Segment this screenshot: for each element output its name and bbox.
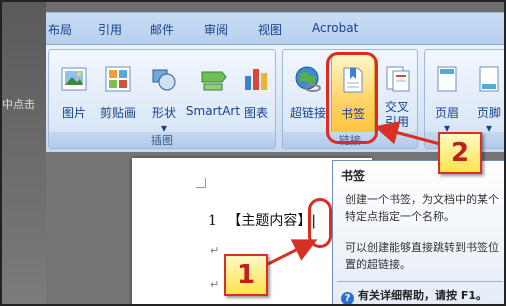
clipart-icon — [105, 66, 131, 92]
tab-layout[interactable]: 布局 — [48, 21, 72, 38]
ribbon: 布局 引用 邮件 审阅 视图 Acrobat 图片 剪贴画 形状 ▾ Smart… — [46, 12, 504, 153]
shapes-button-label: 形状 — [151, 106, 176, 120]
header-button-label: 页眉 — [434, 106, 459, 120]
tooltip-title: 书签 — [341, 169, 366, 183]
bookmark-tooltip: 书签 创建一个书签，为文档中的某个特定点指定一个名称。 可以创建能够直接跳转到书… — [332, 160, 504, 304]
header-icon — [437, 66, 457, 92]
tab-references[interactable]: 引用 — [98, 21, 122, 38]
group-illustrations-caption: 插图 — [49, 132, 275, 148]
smartart-button-label: SmartArt — [185, 104, 241, 118]
background-window: 中点击 — [2, 2, 46, 304]
tooltip-hint: 可以创建能够直接跳转到书签位置的超链接。 — [345, 241, 499, 271]
ribbon-tab-bar: 布局 引用 邮件 审阅 视图 Acrobat — [46, 13, 504, 45]
cross-reference-button-label: 交叉 — [384, 100, 409, 114]
document-line-text: 【主题内容】 — [227, 213, 312, 229]
tab-mailings[interactable]: 邮件 — [150, 21, 174, 38]
footer-icon — [479, 66, 499, 92]
document-line[interactable]: 1 【主题内容】| — [208, 210, 316, 230]
background-window-text: 中点击 — [2, 98, 35, 111]
line-number: 1 — [208, 213, 217, 229]
chart-icon — [245, 69, 267, 90]
header-button[interactable]: 页眉 ▾ — [427, 56, 467, 135]
cross-reference-button[interactable]: 交叉 引用 — [377, 56, 417, 132]
hyperlink-icon — [295, 66, 321, 92]
chart-button[interactable]: 图表 — [237, 56, 275, 132]
tab-review[interactable]: 审阅 — [204, 21, 228, 38]
shapes-icon — [152, 69, 176, 91]
tooltip-help-text: 有关详细帮助，请按 F1。 — [358, 289, 487, 302]
tab-view[interactable]: 视图 — [258, 21, 282, 38]
ribbon-panel: 图片 剪贴画 形状 ▾ SmartArt 图表 插图 超链接 书签 交叉 引用 … — [46, 45, 504, 153]
cursor-highlight — [308, 198, 332, 248]
page-margin-corner — [196, 178, 206, 188]
chart-button-label: 图表 — [243, 106, 268, 120]
tooltip-description: 创建一个书签，为文档中的某个特定点指定一个名称。 — [345, 193, 499, 223]
clipart-button-label: 剪贴画 — [99, 106, 136, 120]
smartart-icon — [201, 71, 227, 91]
tab-acrobat[interactable]: Acrobat — [312, 21, 358, 35]
clipart-button[interactable]: 剪贴画 — [95, 56, 141, 132]
group-illustrations: 图片 剪贴画 形状 ▾ SmartArt 图表 插图 — [48, 49, 276, 149]
footer-button-label: 页脚 — [476, 106, 501, 120]
picture-button-label: 图片 — [61, 106, 86, 120]
hyperlink-button-label: 超链接 — [289, 106, 326, 120]
tooltip-help: ? 有关详细帮助，请按 F1。 — [341, 287, 487, 304]
cross-reference-button-label-2: 引用 — [384, 115, 409, 129]
help-icon: ? — [341, 292, 354, 304]
paragraph-mark: ↵ — [210, 244, 220, 257]
picture-icon — [61, 67, 87, 91]
smartart-button[interactable]: SmartArt — [185, 56, 241, 132]
picture-button[interactable]: 图片 — [51, 56, 97, 132]
paragraph-mark: ↵ — [210, 278, 220, 291]
screenshot-frame: 中点击 布局 引用 邮件 审阅 视图 Acrobat 图片 剪贴画 形状 ▾ S… — [0, 0, 506, 306]
hyperlink-button[interactable]: 超链接 — [285, 56, 331, 132]
callout-1: 1 — [224, 254, 268, 296]
footer-button[interactable]: 页脚 ▾ — [469, 56, 504, 135]
cross-reference-icon — [386, 66, 410, 92]
shapes-button[interactable]: 形状 ▾ — [141, 56, 187, 135]
callout-2: 2 — [438, 132, 482, 174]
bookmark-highlight — [326, 52, 378, 144]
tooltip-separator — [337, 281, 503, 282]
